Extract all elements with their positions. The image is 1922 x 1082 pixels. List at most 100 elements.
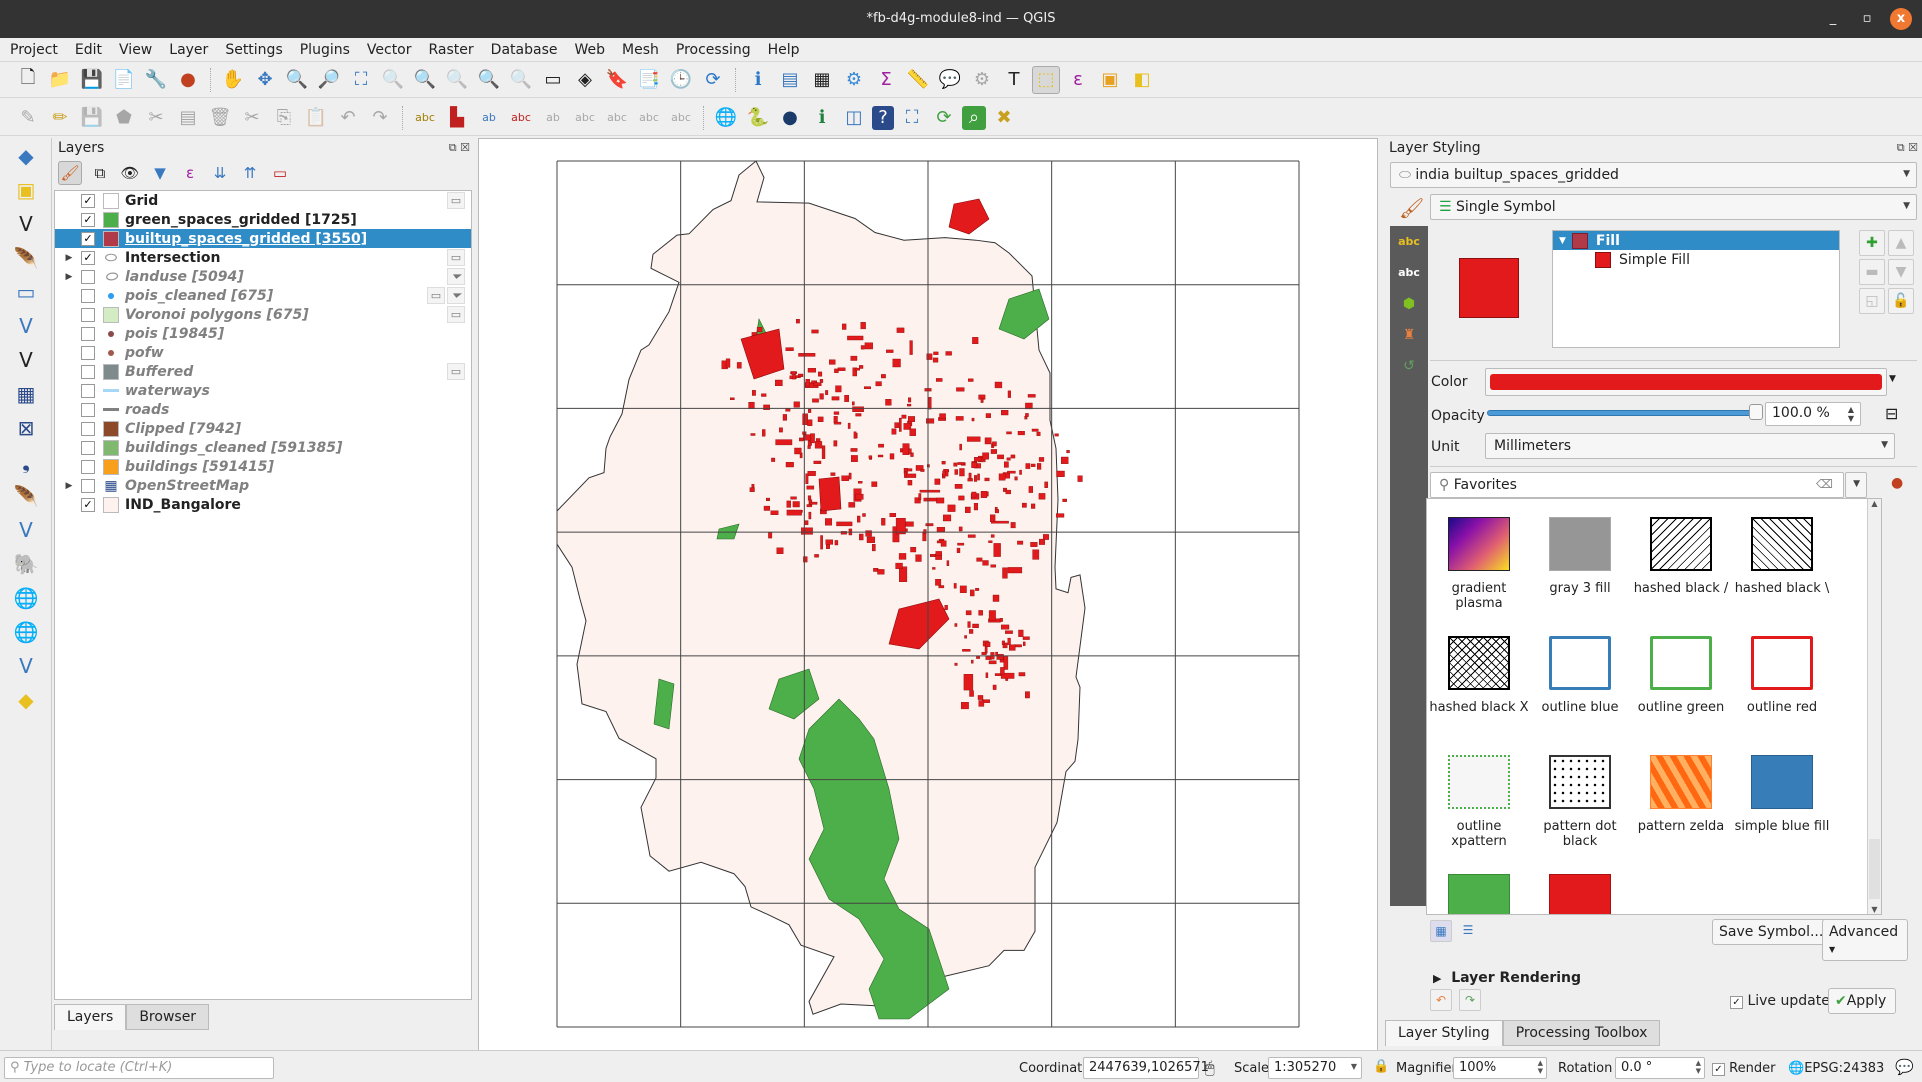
live-update-checkbox[interactable]: ✓ Live update	[1730, 993, 1830, 1009]
new-3d-view-icon[interactable]: ◈	[571, 66, 599, 94]
show-hide-labels-icon[interactable]: abc	[571, 104, 599, 132]
labels-tab-icon[interactable]: abc	[1390, 226, 1428, 257]
save-edits-icon[interactable]: 💾	[78, 104, 106, 132]
new-print-layout-icon[interactable]: 📄	[110, 66, 138, 94]
current-edits-icon[interactable]: ✎	[14, 104, 42, 132]
layer-row[interactable]: pois [19845]	[55, 324, 471, 343]
add-xyz-icon[interactable]: ◆	[6, 684, 46, 716]
opacity-spinbox[interactable]: 100.0 % ▲ ▼	[1765, 402, 1861, 426]
show-bookmarks-icon[interactable]: 📑	[635, 66, 663, 94]
measure-icon[interactable]: 📏	[904, 66, 932, 94]
select-features-icon[interactable]: ⬚	[1032, 65, 1060, 94]
collapse-all-icon[interactable]: ⇈	[238, 161, 262, 185]
save-symbol-button[interactable]: Save Symbol...	[1712, 919, 1831, 945]
coordinate-field[interactable]: 2447639,1026571	[1083, 1057, 1209, 1079]
layer-row[interactable]: ✓ Grid ▭	[55, 191, 471, 210]
redo-icon[interactable]: ↷	[366, 104, 394, 132]
modify-attributes-icon[interactable]: ▤	[174, 104, 202, 132]
pan-to-selection-icon[interactable]: ✥	[251, 66, 279, 94]
color-menu-arrow-icon[interactable]: ▼	[1889, 374, 1896, 384]
symbol-item[interactable]: outline xpattern	[1429, 755, 1529, 849]
filter-icon[interactable]: ⏷	[447, 268, 465, 285]
add-wms-icon[interactable]: 🌐	[6, 582, 46, 614]
identify-features-icon[interactable]: ℹ	[744, 66, 772, 94]
clear-search-icon[interactable]: ⌫	[1816, 477, 1833, 491]
menu-settings[interactable]: Settings	[215, 38, 289, 58]
rotation-spinbox[interactable]: 0.0 ° ▲ ▼	[1615, 1057, 1705, 1079]
label-toolbar-icon[interactable]: abc	[411, 104, 439, 132]
temporal-controller-icon[interactable]: 🕒	[667, 66, 695, 94]
expand-arrow-icon[interactable]: ▶	[61, 481, 77, 491]
change-label-icon[interactable]: abc	[635, 104, 663, 132]
layer-visibility-checkbox[interactable]	[81, 288, 95, 303]
cut-features-icon[interactable]: ✂	[238, 104, 266, 132]
globe-icon[interactable]: ●	[776, 104, 804, 132]
menu-vector[interactable]: Vector	[357, 38, 419, 58]
symbol-item[interactable]: gray 3 fill	[1530, 517, 1630, 596]
render-checkbox[interactable]: ✓ Render	[1712, 1061, 1775, 1076]
zoom-to-selection-icon[interactable]: 🔍	[379, 66, 407, 94]
zoom-full-icon[interactable]: ⛶	[347, 66, 375, 94]
data-defined-override-icon[interactable]: ⊟	[1885, 404, 1898, 423]
layer-row[interactable]: ▶ ⬭ landuse [5094] ⏷	[55, 267, 471, 286]
undo-icon[interactable]: ↶	[334, 104, 362, 132]
layer-row[interactable]: ✓ IND_Bangalore	[55, 495, 471, 514]
menu-layer[interactable]: Layer	[159, 38, 215, 58]
add-postgis-icon[interactable]: 🐘	[6, 548, 46, 580]
field-calculator-icon[interactable]: ▦	[808, 66, 836, 94]
data-source-manager-icon[interactable]: ◆	[6, 140, 46, 172]
style-manager-icon[interactable]: ●	[1891, 475, 1903, 491]
layer-select[interactable]: ⬭ india builtup_spaces_gridded ▼	[1390, 162, 1917, 188]
symbol-tree-simple-fill[interactable]: Simple Fill	[1553, 250, 1839, 269]
new-virtual-layer-icon[interactable]: V	[6, 310, 46, 342]
add-raster-layer-icon[interactable]: ▦	[6, 378, 46, 410]
mouse-coordinate-toggle-icon[interactable]: 🖱	[1205, 1058, 1215, 1078]
layer-row[interactable]: buildings [591415]	[55, 457, 471, 476]
menu-processing[interactable]: Processing	[666, 38, 758, 58]
add-spatialite-layer-icon[interactable]: 🪶	[6, 480, 46, 512]
layer-row[interactable]: ▶ ▦ OpenStreetMap	[55, 476, 471, 495]
filter-expression-icon[interactable]: ε	[178, 161, 202, 185]
new-project-icon[interactable]: 🗋	[14, 66, 42, 94]
add-polygon-icon[interactable]: ⬟	[110, 104, 138, 132]
magnifier-spinbox[interactable]: 100% ▲ ▼	[1453, 1057, 1547, 1079]
temporary-layer-icon[interactable]: ▭	[427, 287, 445, 304]
spin-arrows-icon[interactable]: ▲ ▼	[1848, 405, 1854, 423]
layer-row[interactable]: Buffered ▭	[55, 362, 471, 381]
zoom-to-layer-icon[interactable]: 🔍	[411, 66, 439, 94]
new-bookmark-icon[interactable]: 🔖	[603, 66, 631, 94]
layer-rendering-section[interactable]: ▶ Layer Rendering	[1433, 970, 1581, 986]
filter-icon[interactable]: ⏷	[447, 287, 465, 304]
zoom-native-icon[interactable]: 🔍	[443, 66, 471, 94]
menu-web[interactable]: Web	[564, 38, 612, 58]
tab-layer-styling[interactable]: Layer Styling	[1385, 1020, 1503, 1046]
plugin-tools-icon[interactable]: ✖	[990, 104, 1018, 132]
map-canvas[interactable]	[478, 138, 1378, 1052]
spin-arrows-icon[interactable]: ▲ ▼	[1538, 1059, 1543, 1075]
symbol-item[interactable]: outline green	[1631, 636, 1731, 715]
opacity-slider-handle[interactable]	[1749, 404, 1763, 420]
move-up-button[interactable]: ▲	[1888, 230, 1914, 256]
zoom-last-icon[interactable]: 🔍	[475, 66, 503, 94]
annotation-icon[interactable]: ⚙	[968, 66, 996, 94]
menu-mesh[interactable]: Mesh	[612, 38, 666, 58]
layer-visibility-checkbox[interactable]	[81, 383, 95, 398]
symbol-item[interactable]: hashed black /	[1631, 517, 1731, 596]
layer-visibility-checkbox[interactable]: ✓	[81, 193, 95, 208]
layer-visibility-checkbox[interactable]	[81, 269, 95, 284]
symbol-item[interactable]: pattern dot black	[1530, 755, 1630, 849]
zoom-out-icon[interactable]: 🔎	[315, 66, 343, 94]
layer-row[interactable]: pofw	[55, 343, 471, 362]
new-spatialite-icon[interactable]: 🪶	[6, 242, 46, 274]
pin-labels-icon[interactable]: ab	[475, 104, 503, 132]
layer-row[interactable]: waterways	[55, 381, 471, 400]
diagrams-tab-icon[interactable]: ♜	[1390, 319, 1428, 350]
temporary-layer-icon[interactable]: ▭	[447, 192, 465, 209]
delete-selected-icon[interactable]: 🗑	[206, 104, 234, 132]
list-view-button[interactable]: ☰	[1457, 920, 1479, 942]
scale-select[interactable]: 1:305270 ▼	[1268, 1057, 1362, 1079]
copy-features-icon[interactable]: ⎘	[270, 104, 298, 132]
locator-search-icon[interactable]: ⌕	[962, 105, 986, 130]
close-button[interactable]: x	[1890, 8, 1912, 30]
float-panel-icon[interactable]: ⧉	[449, 141, 457, 154]
